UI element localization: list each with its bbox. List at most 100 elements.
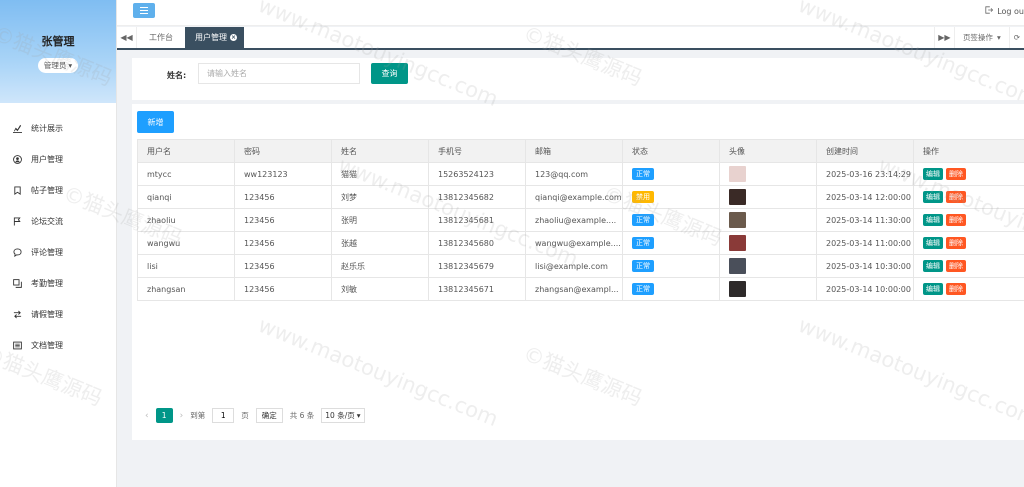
delete-button[interactable]: 删除: [946, 168, 966, 180]
cell-name: 张越: [331, 231, 429, 255]
chevron-down-icon: ▾: [68, 61, 73, 70]
sidebar-item-forum[interactable]: 论坛交流: [0, 206, 116, 237]
chevron-down-icon: ▾: [996, 33, 1001, 42]
sidebar-item-stats[interactable]: 统计展示: [0, 113, 116, 144]
role-dropdown[interactable]: 管理员 ▾: [37, 58, 79, 73]
edit-button[interactable]: 编辑: [923, 168, 943, 180]
sidebar-item-label: 统计展示: [31, 124, 63, 133]
tabs-scroll-right-icon[interactable]: ▶▶: [933, 27, 954, 48]
user-name: 张管理: [41, 35, 75, 48]
sidebar-item-posts[interactable]: 帖子管理: [0, 175, 116, 206]
cell-created: 2025-03-14 11:30:00: [816, 208, 914, 232]
flag-icon: [13, 217, 22, 226]
sidebar-item-comments[interactable]: 评论管理: [0, 237, 116, 268]
avatar[interactable]: [729, 212, 746, 228]
cell-actions: 编辑 删除: [913, 231, 1024, 255]
sidebar-item-attendance[interactable]: 考勤管理: [0, 268, 116, 299]
close-icon[interactable]: ×: [230, 34, 237, 41]
bookmark-icon: [13, 186, 22, 195]
menu-toggle-button[interactable]: [133, 3, 155, 18]
page-size-select[interactable]: 10 条/页 ▾: [321, 408, 365, 423]
next-page-icon[interactable]: ›: [180, 411, 184, 421]
cell-password: 123456: [234, 254, 332, 278]
column-header[interactable]: 用户名: [137, 139, 235, 163]
sidebar-item-users[interactable]: 用户管理: [0, 144, 116, 175]
cell-password: 123456: [234, 231, 332, 255]
column-header[interactable]: 状态: [622, 139, 720, 163]
tab-workbench[interactable]: 工作台: [137, 27, 185, 48]
name-search-input[interactable]: [198, 63, 360, 84]
cell-actions: 编辑 删除: [913, 254, 1024, 278]
table-row: zhaoliu 123456 张明 13812345681 zhaoliu@exampl…: [137, 208, 1024, 232]
cell-password: 123456: [234, 277, 332, 301]
cell-actions: 编辑 删除: [913, 162, 1024, 186]
column-header[interactable]: 邮箱: [525, 139, 623, 163]
role-label: 管理员: [43, 61, 67, 70]
comment-icon: [13, 248, 22, 257]
search-button[interactable]: 查询: [371, 63, 408, 84]
tab-label: 工作台: [149, 33, 173, 42]
column-header[interactable]: 手机号: [428, 139, 526, 163]
avatar[interactable]: [729, 258, 746, 274]
pagination: ‹ 1 › 到第 页 确定 共 6 条 10 条/页 ▾: [145, 408, 365, 423]
name-label: 姓名:: [167, 71, 187, 80]
column-header[interactable]: 创建时间: [816, 139, 914, 163]
cell-status: 正常: [622, 231, 720, 255]
goto-label: 到第: [190, 411, 206, 420]
edit-button[interactable]: 编辑: [923, 283, 943, 295]
status-badge: 正常: [632, 260, 654, 272]
sidebar-item-label: 考勤管理: [31, 279, 63, 288]
avatar[interactable]: [729, 189, 746, 205]
confirm-button[interactable]: 确定: [255, 408, 283, 423]
cell-username: lisi: [137, 254, 235, 278]
goto-page-input[interactable]: [212, 408, 235, 423]
avatar[interactable]: [729, 235, 746, 251]
cell-status: 正常: [622, 254, 720, 278]
avatar[interactable]: [729, 281, 746, 297]
cell-username: wangwu: [137, 231, 235, 255]
sidebar-menu: 统计展示 用户管理 帖子管理 论坛交流 评论管理 考勤管理 请假管理 文档管理: [0, 113, 116, 361]
cell-name: 刘敏: [331, 277, 429, 301]
sidebar-item-label: 论坛交流: [31, 217, 63, 226]
status-badge: 正常: [632, 214, 654, 226]
tab-strip: ◀◀ 工作台 用户管理 × ▶▶ 页签操作 ▾ ⟳: [117, 27, 1024, 50]
column-header[interactable]: 密码: [234, 139, 332, 163]
refresh-icon[interactable]: ⟳: [1008, 27, 1024, 48]
cell-created: 2025-03-14 11:00:00: [816, 231, 914, 255]
cell-avatar: [719, 277, 817, 301]
prev-page-icon[interactable]: ‹: [145, 411, 149, 421]
tab-user-management[interactable]: 用户管理 ×: [185, 27, 244, 48]
cell-actions: 编辑 删除: [913, 277, 1024, 301]
delete-button[interactable]: 删除: [946, 191, 966, 203]
table-row: lisi 123456 赵乐乐 13812345679 lisi@example.com…: [137, 254, 1024, 278]
delete-button[interactable]: 删除: [946, 260, 966, 272]
cell-avatar: [719, 231, 817, 255]
sidebar-item-label: 文档管理: [31, 341, 63, 350]
sidebar-item-leave[interactable]: 请假管理: [0, 299, 116, 330]
edit-button[interactable]: 编辑: [923, 237, 943, 249]
edit-button[interactable]: 编辑: [923, 260, 943, 272]
cell-name: 刘梦: [331, 185, 429, 209]
column-header[interactable]: 操作: [913, 139, 1024, 163]
tab-ops-dropdown[interactable]: 页签操作 ▾: [953, 27, 1009, 48]
delete-button[interactable]: 删除: [946, 214, 966, 226]
add-user-button[interactable]: 新增: [137, 111, 174, 133]
current-page-button[interactable]: 1: [155, 408, 173, 423]
delete-button[interactable]: 删除: [946, 283, 966, 295]
table-body: mtycc ww123123 猫猫 15263524123 123@qq.com 正常 20…: [137, 162, 1024, 301]
cell-avatar: [719, 208, 817, 232]
cell-password: 123456: [234, 208, 332, 232]
cell-avatar: [719, 185, 817, 209]
delete-button[interactable]: 删除: [946, 237, 966, 249]
logout-icon: [985, 6, 994, 16]
sidebar-item-documents[interactable]: 文档管理: [0, 330, 116, 361]
logout-link[interactable]: Log ou: [985, 6, 1024, 16]
column-header[interactable]: 头像: [719, 139, 817, 163]
cell-email: qianqi@example.com: [525, 185, 623, 209]
edit-button[interactable]: 编辑: [923, 191, 943, 203]
column-header[interactable]: 姓名: [331, 139, 429, 163]
cell-created: 2025-03-14 10:00:00: [816, 277, 914, 301]
avatar[interactable]: [729, 166, 746, 182]
edit-button[interactable]: 编辑: [923, 214, 943, 226]
tabs-scroll-left-icon[interactable]: ◀◀: [117, 27, 137, 48]
